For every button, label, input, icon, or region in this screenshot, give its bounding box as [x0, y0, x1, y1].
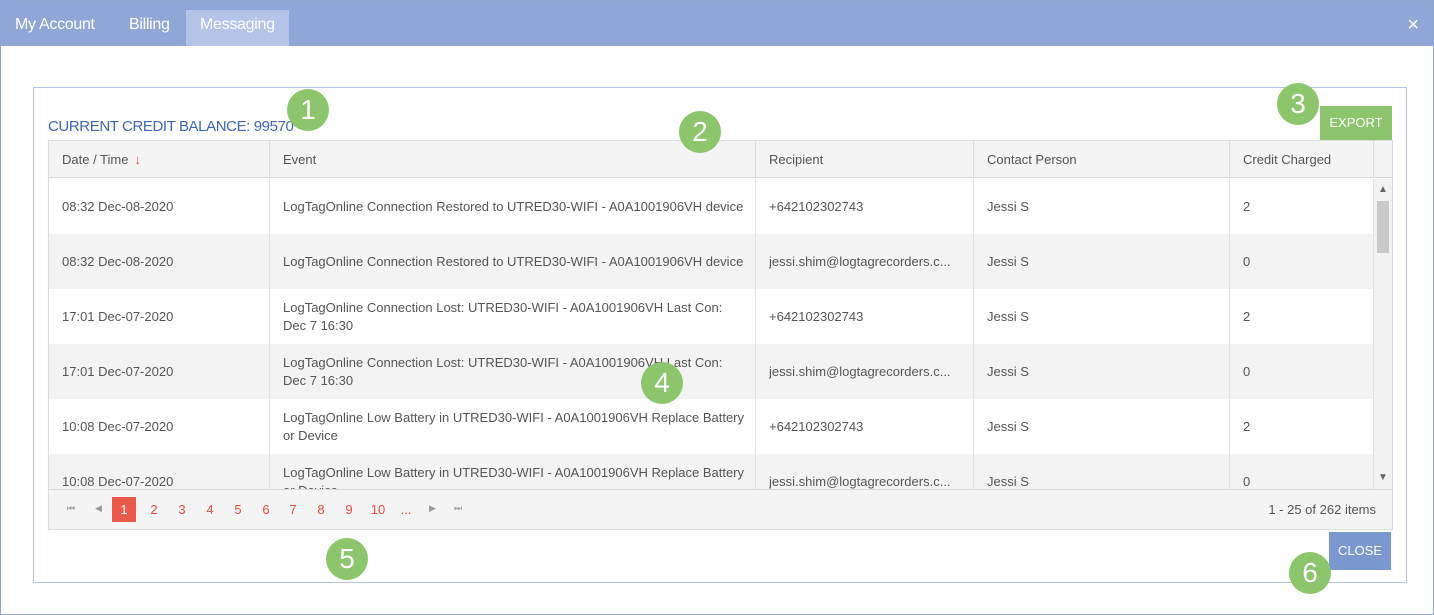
cell-credit-charged: 0 — [1229, 344, 1373, 399]
cell-date-time: 08:32 Dec-08-2020 — [62, 198, 174, 214]
last-page-icon[interactable]: ⏭ — [454, 503, 462, 514]
column-header-recipient[interactable]: Recipient — [755, 141, 973, 178]
export-button[interactable]: EXPORT — [1320, 106, 1392, 140]
scroll-down-icon[interactable]: ▼ — [1374, 471, 1392, 485]
cell-credit-charged: 2 — [1229, 399, 1373, 454]
table-row[interactable]: 17:01 Dec-07-2020 LogTagOnline Connectio… — [49, 344, 1373, 399]
table-row[interactable]: 08:32 Dec-08-2020 LogTagOnline Connectio… — [49, 234, 1373, 289]
column-header-date-time[interactable]: Date / Time ↓ — [49, 141, 269, 178]
cell-date-time: 17:01 Dec-07-2020 — [62, 363, 174, 379]
table-row[interactable]: 08:32 Dec-08-2020 LogTagOnline Connectio… — [49, 179, 1373, 234]
table-row[interactable]: 10:08 Dec-07-2020 LogTagOnline Low Batte… — [49, 399, 1373, 454]
account-dialog: My Account Billing Messaging × CURRENT C… — [0, 0, 1434, 615]
page-5-button[interactable]: 5 — [230, 497, 246, 522]
first-page-icon[interactable]: ⏮ — [67, 503, 75, 514]
page-3-button[interactable]: 3 — [174, 497, 190, 522]
cell-event: LogTagOnline Connection Restored to UTRE… — [269, 234, 755, 289]
table-header: Date / Time ↓ Event Recipient Contact Per… — [49, 141, 1392, 178]
vertical-scrollbar[interactable]: ▲ ▼ — [1373, 179, 1392, 489]
page-4-button[interactable]: 4 — [202, 497, 218, 522]
cell-event: LogTagOnline Connection Lost: UTRED30-WI… — [269, 289, 755, 344]
cell-date-time: 08:32 Dec-08-2020 — [62, 253, 174, 269]
page-1-button[interactable]: 1 — [112, 497, 136, 522]
tab-bar: My Account Billing Messaging × — [1, 1, 1433, 46]
more-pages-button[interactable]: ... — [397, 497, 415, 522]
scroll-up-icon[interactable]: ▲ — [1374, 183, 1392, 197]
page-10-button[interactable]: 10 — [367, 497, 389, 522]
cell-date-time: 10:08 Dec-07-2020 — [62, 418, 174, 434]
cell-contact-person: Jessi S — [973, 289, 1230, 344]
cell-credit-charged: 2 — [1229, 179, 1373, 234]
page-2-button[interactable]: 2 — [146, 497, 162, 522]
cell-contact-person: Jessi S — [973, 344, 1230, 399]
cell-contact-person: Jessi S — [973, 454, 1230, 489]
cell-date-time: 10:08 Dec-07-2020 — [62, 473, 174, 489]
cell-event: LogTagOnline Low Battery in UTRED30-WIFI… — [269, 399, 755, 454]
column-header-contact-person[interactable]: Contact Person — [973, 141, 1230, 178]
table-body: 08:32 Dec-08-2020 LogTagOnline Connectio… — [49, 179, 1373, 489]
cell-contact-person: Jessi S — [973, 234, 1230, 289]
messaging-panel: CURRENT CREDIT BALANCE: 99570 EXPORT Dat… — [33, 87, 1407, 583]
cell-recipient: +642102302743 — [755, 179, 973, 234]
cell-credit-charged: 0 — [1229, 454, 1373, 489]
page-7-button[interactable]: 7 — [285, 497, 301, 522]
callout-badge: 6 — [1289, 552, 1331, 594]
column-header-label: Date / Time — [62, 152, 129, 167]
page-9-button[interactable]: 9 — [341, 497, 357, 522]
tab-messaging[interactable]: Messaging — [186, 10, 289, 46]
cell-recipient: jessi.shim@logtagrecorders.c... — [755, 234, 973, 289]
cell-recipient: jessi.shim@logtagrecorders.c... — [755, 454, 973, 489]
page-8-button[interactable]: 8 — [313, 497, 329, 522]
tab-my-account[interactable]: My Account — [1, 10, 109, 46]
cell-credit-charged: 0 — [1229, 234, 1373, 289]
table-row[interactable]: 17:01 Dec-07-2020 LogTagOnline Connectio… — [49, 289, 1373, 344]
callout-badge: 1 — [287, 89, 329, 131]
callout-badge: 3 — [1277, 83, 1319, 125]
close-icon[interactable]: × — [1407, 15, 1419, 35]
cell-recipient: +642102302743 — [755, 399, 973, 454]
page-6-button[interactable]: 6 — [258, 497, 274, 522]
tab-billing[interactable]: Billing — [115, 10, 184, 46]
scrollbar-thumb[interactable] — [1377, 201, 1389, 253]
cell-contact-person: Jessi S — [973, 179, 1230, 234]
cell-event: LogTagOnline Connection Restored to UTRE… — [269, 179, 755, 234]
column-header-event[interactable]: Event — [269, 141, 755, 178]
cell-date-time: 17:01 Dec-07-2020 — [62, 308, 174, 324]
callout-badge: 2 — [679, 111, 721, 153]
cell-credit-charged: 2 — [1229, 289, 1373, 344]
column-header-credit-charged[interactable]: Credit Charged — [1229, 141, 1374, 178]
sort-desc-icon: ↓ — [134, 152, 141, 167]
next-page-icon[interactable]: ▶ — [429, 503, 436, 514]
credit-balance: CURRENT CREDIT BALANCE: 99570 — [48, 118, 294, 135]
callout-badge: 4 — [641, 362, 683, 404]
table-row[interactable]: 10:08 Dec-07-2020 LogTagOnline Low Batte… — [49, 454, 1373, 489]
pagination-bar: ⏮ ◀ 1 2 3 4 5 6 7 8 9 10 ... ▶ ⏭ 1 - 25 … — [49, 489, 1392, 529]
pagination-info: 1 - 25 of 262 items — [1268, 502, 1376, 517]
column-header-spacer — [1373, 141, 1392, 178]
callout-badge: 5 — [326, 538, 368, 580]
cell-event: LogTagOnline Low Battery in UTRED30-WIFI… — [269, 454, 755, 489]
cell-recipient: jessi.shim@logtagrecorders.c... — [755, 344, 973, 399]
message-log-table: Date / Time ↓ Event Recipient Contact Per… — [48, 140, 1393, 530]
cell-contact-person: Jessi S — [973, 399, 1230, 454]
cell-event: LogTagOnline Connection Lost: UTRED30-WI… — [269, 344, 755, 399]
close-button[interactable]: CLOSE — [1329, 532, 1391, 570]
prev-page-icon[interactable]: ◀ — [95, 503, 102, 514]
cell-recipient: +642102302743 — [755, 289, 973, 344]
